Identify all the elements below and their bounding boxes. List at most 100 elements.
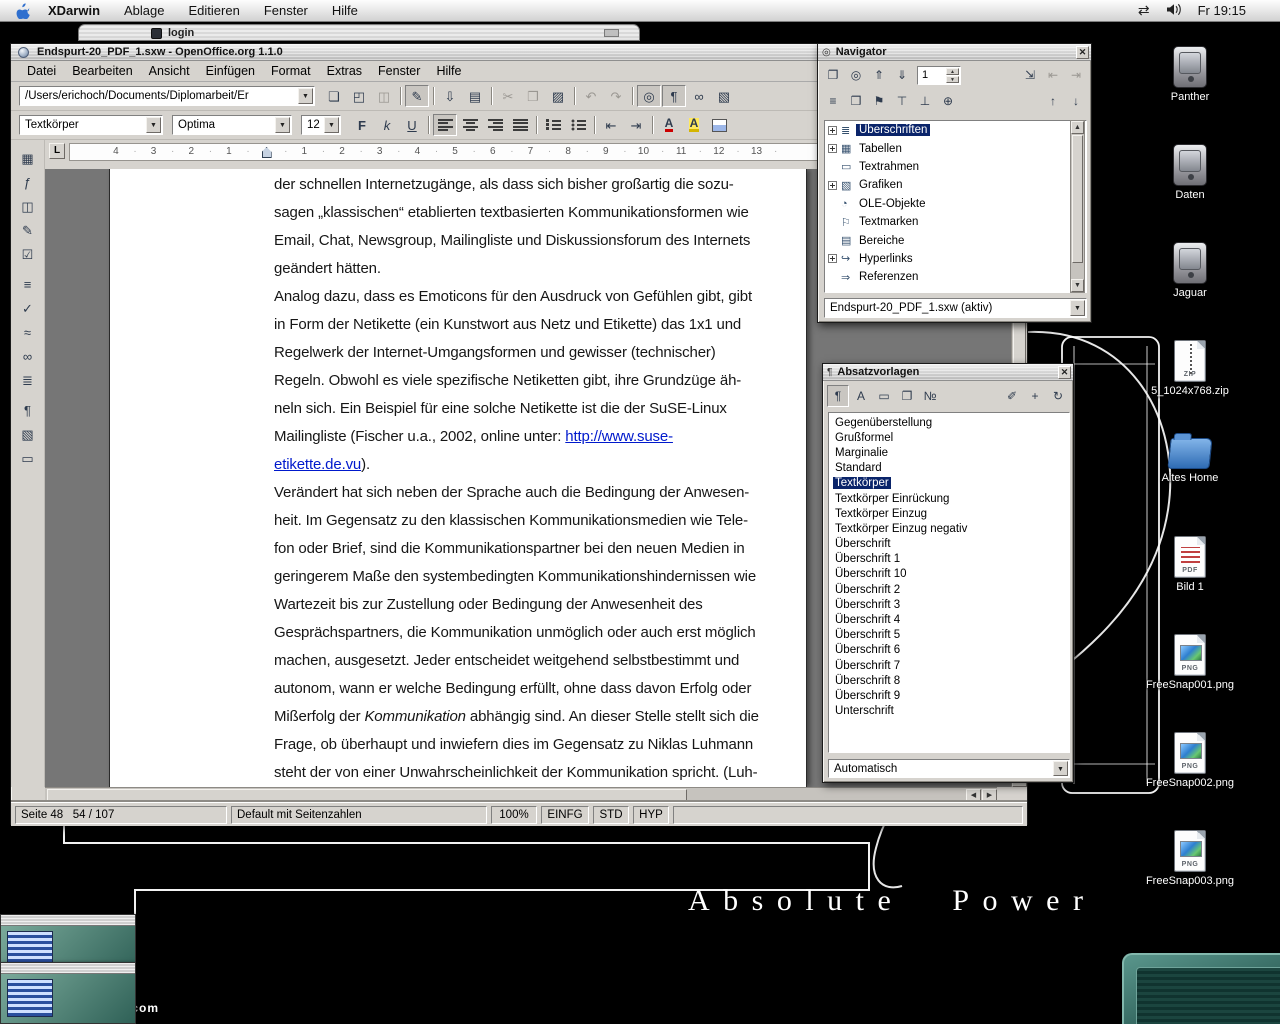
align-left-icon[interactable]: [433, 114, 457, 136]
gallery-icon[interactable]: ▧: [712, 85, 736, 107]
menu-xdarwin[interactable]: XDarwin: [48, 0, 112, 22]
mini-window-titlebar[interactable]: [1, 915, 135, 926]
style-list-item[interactable]: Grußformel: [829, 430, 1069, 445]
increase-indent-icon[interactable]: ⇥: [624, 114, 648, 136]
format-icon[interactable]: [533, 114, 540, 136]
page-status-field[interactable]: Seite 48 54 / 107: [15, 806, 227, 824]
desktop-icon[interactable]: PNG FreeSnap003.png: [1138, 830, 1242, 888]
window-close-ball[interactable]: [18, 47, 29, 58]
autotext-icon[interactable]: ≡: [16, 272, 40, 296]
style-list-item[interactable]: Textkörper Einzug negativ: [829, 521, 1069, 536]
align-center-icon[interactable]: [458, 114, 482, 136]
format-icon[interactable]: [591, 114, 598, 136]
login-window[interactable]: login: [78, 24, 640, 41]
navigator-icon[interactable]: ◎: [637, 85, 661, 107]
style-list-item[interactable]: Textkörper Einzug: [829, 506, 1069, 521]
header-icon[interactable]: ⊤: [891, 90, 913, 112]
underline-icon[interactable]: U: [400, 114, 424, 136]
toolbar-icon[interactable]: [397, 85, 404, 107]
new-document-icon[interactable]: ❏: [322, 85, 346, 107]
style-list-item[interactable]: Gegenüberstellung: [829, 415, 1069, 430]
dropdown-arrow-icon[interactable]: ▼: [1070, 300, 1085, 316]
numbering-styles-icon[interactable]: №: [919, 385, 941, 407]
menu-item[interactable]: Format: [263, 61, 319, 82]
dropdown-arrow-icon[interactable]: ▼: [1053, 761, 1068, 776]
toolbar-icon[interactable]: [488, 85, 495, 107]
font-name-select[interactable]: Optima ▼: [172, 115, 292, 135]
next-object-icon[interactable]: ⇓: [891, 64, 913, 86]
expand-icon[interactable]: [828, 126, 837, 135]
demote-level-icon[interactable]: ⇥: [1065, 64, 1087, 86]
promote-chapter-icon[interactable]: ↑: [1042, 90, 1064, 112]
decrease-indent-icon[interactable]: ⇤: [599, 114, 623, 136]
hyperlink-text[interactable]: http://www.suse-: [565, 428, 673, 445]
insert-fields-icon[interactable]: ƒ: [16, 170, 40, 194]
os-menu-item[interactable]: Ablage: [112, 0, 176, 22]
desktop-icon[interactable]: PDF Bild 1: [1138, 536, 1242, 594]
bold-icon[interactable]: F: [350, 114, 374, 136]
page-styles-icon[interactable]: ❐: [896, 385, 918, 407]
menu-item[interactable]: Einfügen: [198, 61, 263, 82]
find-replace-icon[interactable]: ∞: [16, 344, 40, 368]
form-functions-icon[interactable]: ☑: [16, 242, 40, 266]
os-menu-item[interactable]: Hilfe: [320, 0, 370, 22]
save-document-icon[interactable]: ◫: [372, 85, 396, 107]
style-list-item[interactable]: Textkörper: [829, 476, 1069, 491]
desktop-icon[interactable]: Daten: [1138, 144, 1242, 202]
style-filter-select[interactable]: Automatisch ▼: [828, 759, 1070, 778]
tab-type-button[interactable]: L: [49, 143, 65, 159]
stylist-titlebar[interactable]: ¶ Absatzvorlagen ✕: [823, 364, 1073, 381]
print-file-icon[interactable]: ▤: [463, 85, 487, 107]
scroll-left-icon[interactable]: ◀: [966, 789, 981, 801]
undo-icon[interactable]: ↶: [579, 85, 603, 107]
style-list-item[interactable]: Überschrift 6: [829, 643, 1069, 658]
cut-icon[interactable]: ✂: [496, 85, 520, 107]
stylist-icon[interactable]: ¶: [662, 85, 686, 107]
font-color-icon[interactable]: A: [657, 114, 681, 136]
navigator-tree-item[interactable]: ▧ Grafiken: [825, 176, 1071, 194]
indent-marker[interactable]: [248, 144, 286, 164]
desktop-icon[interactable]: Altes Home: [1138, 438, 1242, 496]
dropdown-arrow-icon[interactable]: ▼: [146, 117, 161, 133]
update-style-icon[interactable]: ↻: [1047, 385, 1069, 407]
hyperlink-mode-field[interactable]: HYP: [633, 806, 669, 824]
dropdown-arrow-icon[interactable]: ▼: [324, 117, 339, 133]
auto-spellcheck-icon[interactable]: ≈: [16, 320, 40, 344]
navigator-tree-item[interactable]: ⚐ Textmarken: [825, 213, 1071, 231]
desktop-icon[interactable]: Panther: [1138, 46, 1242, 104]
anchor-text-icon[interactable]: ⊕: [937, 90, 959, 112]
bullet-list-icon[interactable]: [566, 114, 590, 136]
style-list-item[interactable]: Überschrift 7: [829, 658, 1069, 673]
align-justify-icon[interactable]: [508, 114, 532, 136]
insert-icon[interactable]: ▦: [16, 146, 40, 170]
desktop-icon[interactable]: Jaguar: [1138, 242, 1242, 300]
navigator-tree-item[interactable]: ↪ Hyperlinks: [825, 250, 1071, 268]
hyperlink-icon[interactable]: ∞: [687, 85, 711, 107]
horizontal-scroll-thumb[interactable]: [47, 789, 687, 801]
new-style-from-selection-icon[interactable]: +: [1024, 385, 1046, 407]
menu-item[interactable]: Hilfe: [428, 61, 469, 82]
mini-window-titlebar[interactable]: [1, 963, 135, 974]
toolbar-icon[interactable]: [629, 85, 636, 107]
navigator-titlebar[interactable]: ◎ Navigator ✕: [818, 44, 1091, 61]
export-pdf-icon[interactable]: ⇩: [438, 85, 462, 107]
menu-item[interactable]: Fenster: [370, 61, 428, 82]
copy-icon[interactable]: ❐: [521, 85, 545, 107]
selection-mode-field[interactable]: STD: [593, 806, 629, 824]
font-size-select[interactable]: 12 ▼: [301, 115, 341, 135]
menu-item[interactable]: Bearbeiten: [64, 61, 140, 82]
hyperlink-text[interactable]: etikette.de.vu: [274, 456, 361, 473]
reminder-icon[interactable]: ⚑: [868, 90, 890, 112]
content-view-icon[interactable]: ◎: [845, 64, 867, 86]
horizontal-ruler[interactable]: 4321 12345678910111213: [69, 143, 845, 161]
close-icon[interactable]: ✕: [1058, 366, 1071, 379]
style-list-item[interactable]: Überschrift 4: [829, 612, 1069, 627]
navigator-tree-item[interactable]: ⇒ Referenzen: [825, 268, 1071, 286]
root-view-icon[interactable]: ≡: [822, 90, 844, 112]
keyboard-layout-icon[interactable]: ⇄: [1138, 2, 1150, 19]
zoom-field[interactable]: 100%: [491, 806, 537, 824]
numbered-list-icon[interactable]: [541, 114, 565, 136]
draw-functions-icon[interactable]: ✎: [16, 218, 40, 242]
desktop-icon[interactable]: ZIP 5_1024x768.zip: [1138, 340, 1242, 398]
tree-scrollbar[interactable]: ▲ ▼: [1070, 120, 1085, 293]
